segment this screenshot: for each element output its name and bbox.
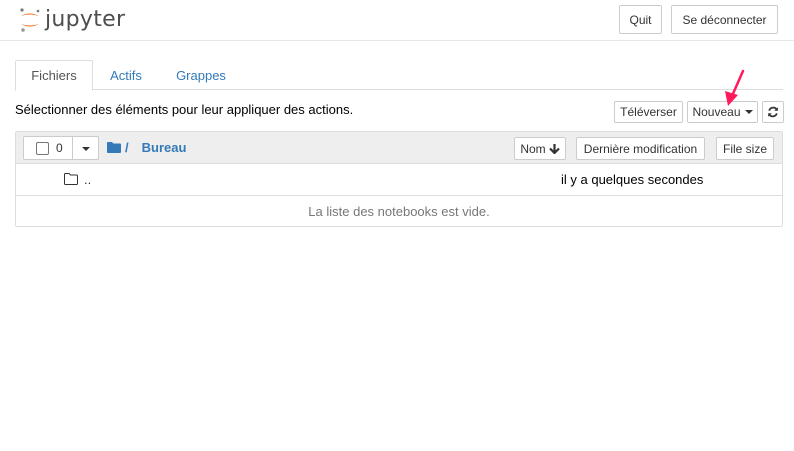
sort-by-name-button[interactable]: Nom [514,137,566,160]
sort-by-modified-button[interactable]: Dernière modification [576,137,705,160]
folder-outline-icon [64,173,78,185]
refresh-icon [768,106,778,118]
tab-clusters[interactable]: Grappes [161,60,241,90]
logo-text: jupyter [45,7,126,32]
breadcrumb-separator: / [125,140,129,155]
jupyter-logo-icon [18,7,42,33]
divider [72,137,73,159]
tab-files[interactable]: Fichiers [15,60,93,91]
sort-by-size-button[interactable]: File size [716,137,774,160]
breadcrumb: / Bureau [107,140,186,155]
select-all-control[interactable]: 0 [23,136,99,160]
item-modified: il y a quelques secondes [561,172,704,187]
selected-count: 0 [56,141,63,155]
file-list-header: 0 / Bureau Nom Dernière modification Fil… [16,132,782,164]
list-item[interactable]: .. il y a quelques secondes [16,164,782,196]
arrow-down-icon [548,144,560,154]
upload-button[interactable]: Téléverser [614,101,683,123]
annotation-arrow-icon [725,69,745,106]
logout-button[interactable]: Se déconnecter [671,5,778,34]
file-list: 0 / Bureau Nom Dernière modification Fil… [15,131,783,227]
select-menu-caret-icon[interactable] [82,147,90,151]
select-all-checkbox[interactable] [36,141,49,155]
breadcrumb-current[interactable]: Bureau [142,140,187,155]
jupyter-logo[interactable]: jupyter [18,6,128,34]
tab-bar: Fichiers Actifs Grappes [15,60,783,91]
selection-instructions: Sélectionner des éléments pour leur appl… [15,102,354,117]
empty-list-message: La liste des notebooks est vide. [308,203,490,219]
folder-icon[interactable] [107,142,121,153]
refresh-button[interactable] [762,101,784,123]
quit-button[interactable]: Quit [619,5,662,34]
item-name[interactable]: .. [84,172,91,187]
header-bar: jupyter Quit Se déconnecter [0,0,794,41]
sort-name-label: Nom [520,141,546,156]
tab-running[interactable]: Actifs [95,60,157,90]
